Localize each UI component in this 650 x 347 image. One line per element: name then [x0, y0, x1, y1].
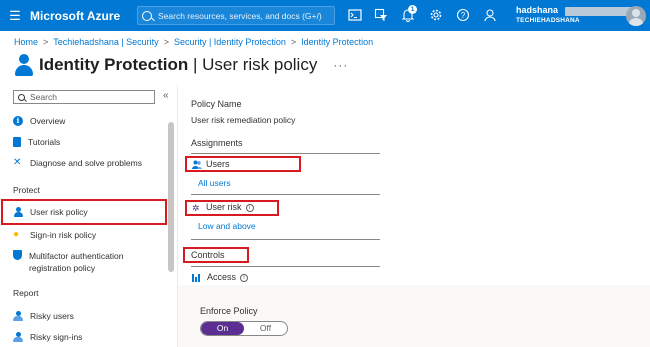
- access-bars-icon: [192, 273, 201, 282]
- section-protect: Protect: [13, 185, 40, 195]
- svg-text:?: ?: [461, 11, 466, 20]
- users-icon: [13, 332, 23, 342]
- sidebar-scrollbar[interactable]: [168, 122, 174, 272]
- access-control[interactable]: Access i: [192, 272, 249, 282]
- sidebar-item-label: Diagnose and solve problems: [30, 158, 142, 168]
- brand-title[interactable]: Microsoft Azure: [30, 9, 136, 23]
- more-options-icon[interactable]: ···: [333, 58, 348, 72]
- sidebar-item-label: Overview: [30, 116, 66, 126]
- sidebar-item-tutorials[interactable]: Tutorials: [13, 137, 60, 147]
- info-icon[interactable]: i: [240, 273, 249, 282]
- sidebar-item-risky-sign-ins[interactable]: Risky sign-ins: [13, 332, 82, 342]
- sidebar-item-label-line2: registration policy: [29, 263, 96, 273]
- lightbulb-icon: ●: [13, 229, 20, 240]
- sidebar-item-overview[interactable]: i Overview: [13, 116, 65, 126]
- users-value-link[interactable]: All users: [198, 178, 231, 188]
- highlight-user-risk: [185, 200, 279, 216]
- sidebar-item-sign-in-risk-policy[interactable]: ● Sign-in risk policy: [13, 229, 97, 241]
- policy-panel: Policy Name User risk remediation policy…: [178, 85, 650, 347]
- breadcrumb-separator: >: [43, 37, 49, 47]
- cloud-shell-icon[interactable]: [348, 8, 362, 22]
- users-icon: [13, 311, 23, 321]
- assignments-heading: Assignments: [191, 138, 243, 148]
- identity-user-icon: [14, 54, 34, 76]
- breadcrumb-separator: >: [163, 37, 169, 47]
- breadcrumb-security-identity-protection[interactable]: Security | Identity Protection: [174, 37, 286, 47]
- policy-name-label: Policy Name: [191, 99, 242, 109]
- user-tenant: TECHIEHADSHANA: [516, 17, 580, 24]
- access-label: Access: [207, 272, 237, 282]
- search-icon: [18, 93, 25, 101]
- global-search-placeholder: Search resources, services, and docs (G+…: [158, 10, 322, 21]
- breadcrumb-home[interactable]: Home: [14, 37, 38, 47]
- sidebar-item-label: Tutorials: [28, 137, 61, 147]
- account-menu[interactable]: hadshana TECHIEHADSHANA: [516, 5, 637, 24]
- wrench-icon: ✕: [13, 157, 22, 168]
- highlight-user-risk-policy: [1, 199, 167, 225]
- toggle-off-option[interactable]: Off: [244, 322, 287, 335]
- divider: [191, 266, 380, 267]
- breadcrumb-identity-protection[interactable]: Identity Protection: [301, 37, 373, 47]
- breadcrumb: Home > Techiehadshana | Security > Secur…: [14, 37, 373, 47]
- section-report: Report: [13, 288, 39, 298]
- enforce-policy-label: Enforce Policy: [200, 306, 258, 316]
- page-header: Identity Protection | User risk policy ·…: [14, 54, 348, 76]
- divider: [191, 194, 380, 195]
- policy-name-value: User risk remediation policy: [191, 115, 296, 125]
- enforce-policy-toggle[interactable]: On Off: [200, 321, 288, 336]
- menu-icon[interactable]: ☰: [0, 8, 30, 24]
- highlight-controls: [183, 247, 249, 263]
- notification-badge: 1: [408, 5, 417, 14]
- global-search-input[interactable]: Search resources, services, and docs (G+…: [137, 6, 335, 25]
- page-title: Identity Protection | User risk policy: [39, 55, 318, 74]
- sidebar: Search « i Overview Tutorials ✕ Diagnose…: [0, 85, 178, 347]
- sidebar-search-input[interactable]: Search: [13, 90, 155, 104]
- enforce-policy-panel: Enforce Policy On Off: [178, 285, 650, 347]
- info-icon: i: [13, 116, 23, 126]
- settings-icon[interactable]: [429, 8, 443, 22]
- help-icon[interactable]: ?: [456, 8, 470, 22]
- sidebar-item-label: Risky users: [30, 311, 74, 321]
- sidebar-item-mfa-registration-policy[interactable]: Multifactor authentication registration …: [13, 250, 124, 274]
- feedback-icon[interactable]: [483, 8, 497, 22]
- sidebar-item-risky-users[interactable]: Risky users: [13, 311, 74, 321]
- sidebar-item-label: Risky sign-ins: [30, 332, 83, 342]
- sidebar-search-placeholder: Search: [30, 92, 57, 102]
- highlight-users: [185, 156, 301, 172]
- divider: [191, 239, 380, 240]
- shield-icon: [13, 250, 22, 260]
- user-risk-value-link[interactable]: Low and above: [198, 221, 256, 231]
- sidebar-item-diagnose[interactable]: ✕ Diagnose and solve problems: [13, 157, 142, 169]
- sidebar-item-label-line1: Multifactor authentication: [29, 251, 124, 261]
- divider: [191, 153, 380, 154]
- breadcrumb-separator: >: [290, 37, 297, 47]
- sidebar-item-label: Sign-in risk policy: [30, 230, 97, 240]
- avatar[interactable]: [626, 6, 646, 26]
- book-icon: [13, 137, 21, 147]
- breadcrumb-tenant-security[interactable]: Techiehadshana | Security: [53, 37, 158, 47]
- directory-filter-icon[interactable]: [374, 8, 388, 22]
- collapse-sidebar-icon[interactable]: «: [163, 90, 169, 101]
- toggle-on-option[interactable]: On: [201, 322, 244, 335]
- search-icon: [142, 10, 152, 21]
